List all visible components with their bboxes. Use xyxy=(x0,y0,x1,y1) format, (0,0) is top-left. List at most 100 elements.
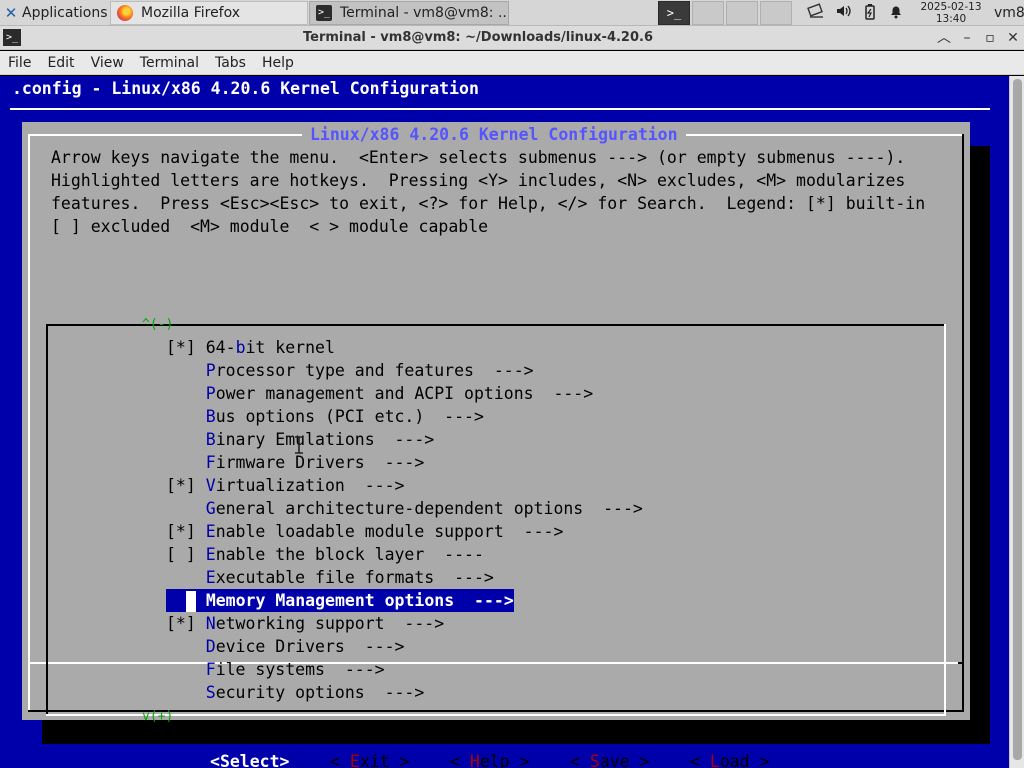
menu-item[interactable]: File systems ---> xyxy=(166,658,385,681)
menu-item[interactable]: [ ] Enable the block layer ---- xyxy=(166,543,484,566)
menu-item-hotkey: S xyxy=(205,683,216,702)
clock-date: 2025-02-13 xyxy=(920,1,982,13)
text-cursor-icon xyxy=(295,436,303,454)
menu-item-hotkey: N xyxy=(205,614,216,633)
menu-item-hotkey: F xyxy=(205,660,216,679)
window-titlebar[interactable]: >_ Terminal - vm8@vm8: ~/Downloads/linux… xyxy=(0,26,1024,50)
menu-item-label: nable the block layer ---- xyxy=(215,545,484,564)
menu-item-prefix xyxy=(166,568,206,587)
help-button[interactable]: < Help > xyxy=(450,750,530,768)
firefox-icon xyxy=(117,5,133,21)
button-hotkey: E xyxy=(349,752,360,768)
button-hotkey: S xyxy=(589,752,600,768)
menu-item-hotkey: P xyxy=(205,384,216,403)
button-hotkey: L xyxy=(709,752,720,768)
menu-item[interactable]: Processor type and features ---> xyxy=(166,359,534,382)
menu-item[interactable]: Power management and ACPI options ---> xyxy=(166,382,593,405)
menu-item-label: ecurity options ---> xyxy=(215,683,425,702)
button-bracket: < xyxy=(570,752,590,768)
menu-help[interactable]: Help xyxy=(254,51,302,75)
menu-item-prefix xyxy=(166,591,206,612)
menu-item[interactable]: Firmware Drivers ---> xyxy=(166,451,425,474)
workspace-3[interactable] xyxy=(726,1,758,25)
menu-item[interactable]: Bus options (PCI etc.) ---> xyxy=(166,405,484,428)
button-bracket: < xyxy=(330,752,350,768)
help-text-line: features. Press <Esc><Esc> to exit, <?> … xyxy=(51,194,926,213)
menu-item-prefix xyxy=(166,637,206,656)
minimize-button[interactable]: – xyxy=(957,28,977,48)
menu-item[interactable]: Device Drivers ---> xyxy=(166,635,405,658)
volume-icon[interactable] xyxy=(834,3,854,23)
button-label: elp xyxy=(479,752,510,768)
menu-edit[interactable]: Edit xyxy=(39,51,82,75)
menu-item-prefix: [*] xyxy=(166,338,206,357)
menu-item-selected[interactable]: Memory Management options ---> xyxy=(166,589,514,612)
menu-item-label: it kernel xyxy=(245,338,335,357)
maximize-button[interactable]: ▫ xyxy=(980,28,1000,48)
taskbar-firefox[interactable]: Mozilla Firefox xyxy=(110,1,308,25)
config-header: .config - Linux/x86 4.20.6 Kernel Config… xyxy=(12,79,479,98)
clock-time: 13:40 xyxy=(935,13,967,25)
menu-item[interactable]: Security options ---> xyxy=(166,681,425,704)
menu-list[interactable]: ^(-) [*] 64-bit kernel Processor type an… xyxy=(46,318,946,724)
window-title: Terminal - vm8@vm8: ~/Downloads/linux-4.… xyxy=(303,30,653,45)
scrollbar-thumb[interactable] xyxy=(1013,79,1022,760)
workspace-2[interactable] xyxy=(692,1,724,25)
menu-item-prefix: [*] xyxy=(166,476,206,495)
taskbar-terminal[interactable]: >_ Terminal - vm8@vm8: ... xyxy=(309,1,509,25)
maximize-up-icon[interactable]: ︿ xyxy=(934,28,954,48)
menu-item-prefix xyxy=(166,453,206,472)
save-button[interactable]: < Save > xyxy=(570,750,650,768)
menu-item-prefix: [*] xyxy=(166,522,206,541)
menu-item-hotkey: G xyxy=(205,499,216,518)
button-hotkey: H xyxy=(469,752,480,768)
scroll-down-indicator: v(+) xyxy=(142,709,174,724)
clock[interactable]: 2025-02-13 13:40 xyxy=(910,0,992,26)
menu-item[interactable]: [*] Networking support ---> xyxy=(166,612,444,635)
button-bracket: < xyxy=(450,752,470,768)
applications-menu[interactable]: ✕ Applications xyxy=(0,0,110,26)
menu-item-prefix xyxy=(166,683,206,702)
network-icon[interactable] xyxy=(806,3,826,23)
dialog-title: Linux/x86 4.20.6 Kernel Configuration xyxy=(302,123,686,147)
user-menu[interactable]: vm8 xyxy=(994,0,1024,26)
help-text-line: Highlighted letters are hotkeys. Pressin… xyxy=(51,171,906,190)
button-bracket: > xyxy=(389,752,410,768)
menu-item[interactable]: [*] 64-bit kernel xyxy=(166,336,335,359)
button-label: oad xyxy=(719,752,750,768)
menu-file[interactable]: File xyxy=(0,51,39,75)
exit-button[interactable]: < Exit > xyxy=(330,750,410,768)
menu-item-label: etworking support ---> xyxy=(215,614,445,633)
menu-item-hotkey: B xyxy=(205,407,216,426)
menu-terminal[interactable]: Terminal xyxy=(132,51,207,75)
close-button[interactable]: ✕ xyxy=(1003,28,1023,48)
workspace-4[interactable] xyxy=(760,1,792,25)
terminal-area[interactable]: .config - Linux/x86 4.20.6 Kernel Config… xyxy=(0,76,1024,768)
menu-tabs[interactable]: Tabs xyxy=(207,51,254,75)
terminal-scrollbar[interactable] xyxy=(1009,76,1024,768)
battery-icon[interactable] xyxy=(860,3,880,23)
menu-item-hotkey: V xyxy=(205,476,216,495)
menu-item-label: emory Management options ---> xyxy=(215,591,514,610)
notification-bell-icon[interactable] xyxy=(886,3,906,23)
help-text-line: [ ] excluded <M> module < > module capab… xyxy=(51,217,489,236)
load-button[interactable]: < Load > xyxy=(690,750,770,768)
menu-view[interactable]: View xyxy=(83,51,132,75)
menu-item-prefix xyxy=(166,430,206,449)
button-bracket: > xyxy=(509,752,530,768)
select-button[interactable]: <Select> xyxy=(210,750,290,768)
menu-item-label: irtualization ---> xyxy=(215,476,405,495)
help-text-line: Arrow keys navigate the menu. <Enter> se… xyxy=(51,148,906,167)
workspace-1[interactable]: >_ xyxy=(658,1,690,25)
scroll-up-indicator: ^(-) xyxy=(142,317,174,332)
menu-item[interactable]: Executable file formats ---> xyxy=(166,566,494,589)
menu-item-prefix xyxy=(166,361,206,380)
button-bracket: < xyxy=(210,752,220,768)
button-bracket: > xyxy=(629,752,650,768)
dialog-border xyxy=(962,134,964,712)
menu-item-hotkey: E xyxy=(205,568,216,587)
menu-item[interactable]: [*] Virtualization ---> xyxy=(166,474,404,497)
menu-item[interactable]: General architecture-dependent options -… xyxy=(166,497,643,520)
menu-item-hotkey: P xyxy=(205,361,216,380)
menu-item[interactable]: [*] Enable loadable module support ---> xyxy=(166,520,563,543)
